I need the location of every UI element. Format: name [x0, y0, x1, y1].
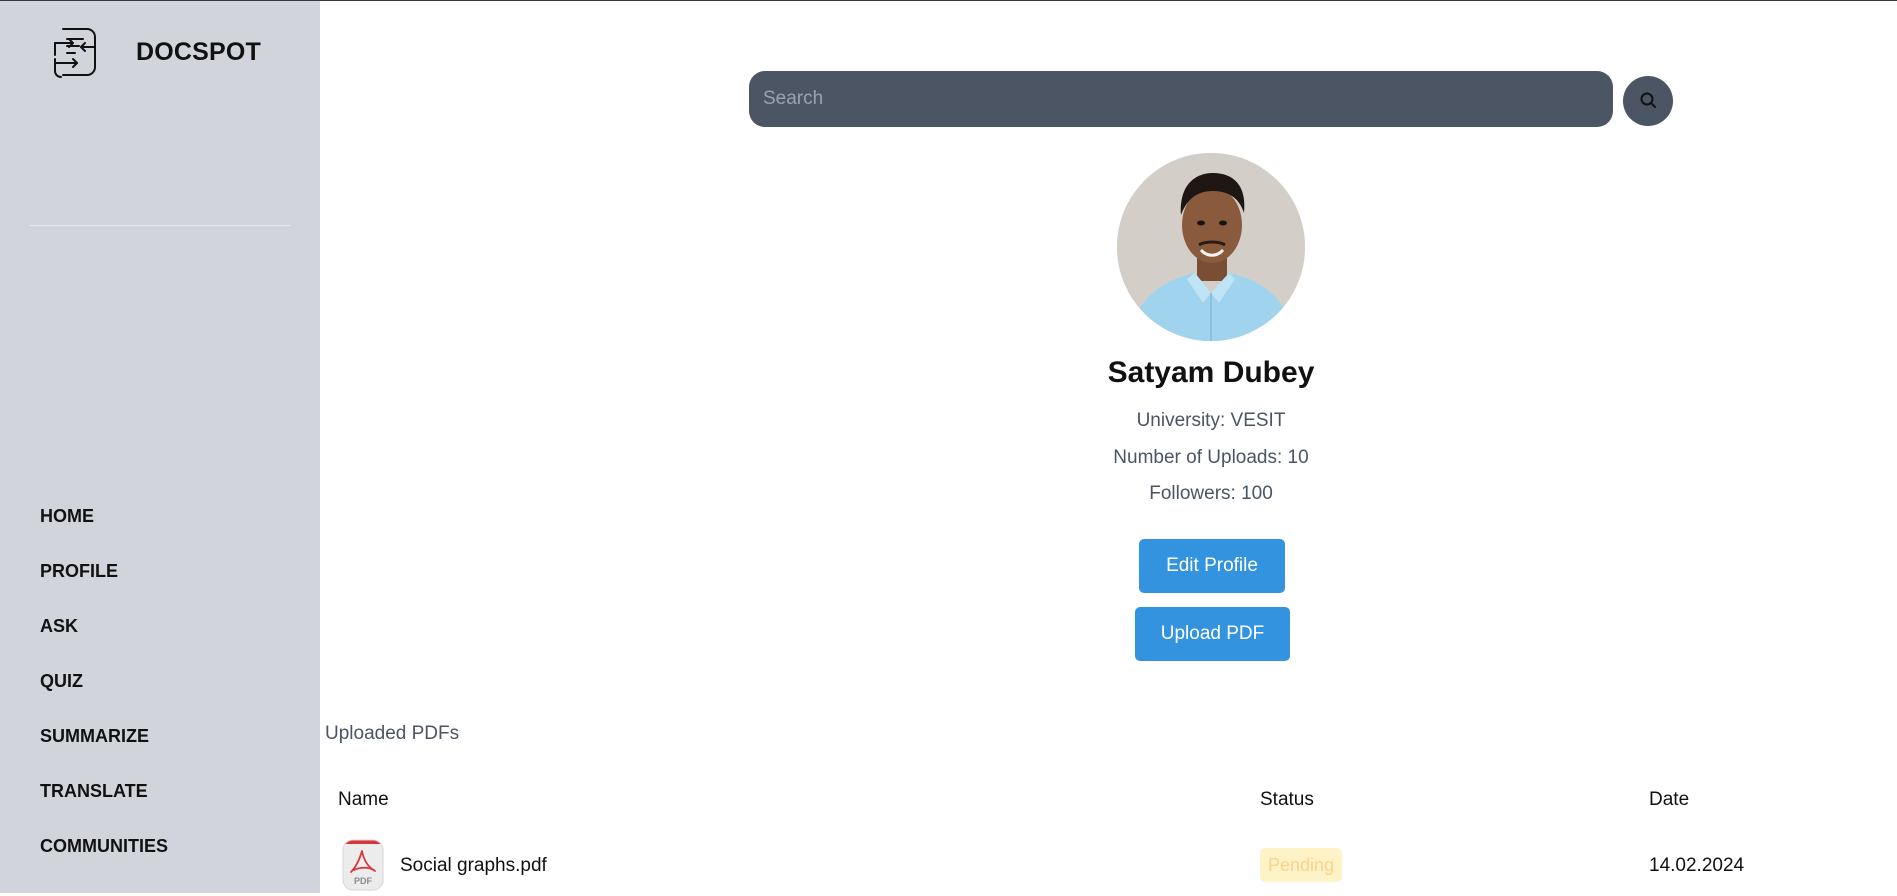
sidebar-item-home[interactable]: HOME — [40, 498, 168, 553]
profile-uploads-count: Number of Uploads: 10 — [1113, 447, 1309, 468]
sidebar-item-translate[interactable]: TRANSLATE — [40, 773, 168, 828]
sidebar-nav: HOME PROFILE ASK QUIZ SUMMARIZE TRANSLAT… — [40, 498, 168, 883]
sidebar-item-label: COMMUNITIES — [40, 836, 168, 856]
edit-profile-button[interactable]: Edit Profile — [1139, 539, 1285, 593]
column-header-name: Name — [338, 789, 389, 810]
uploaded-pdfs-title: Uploaded PDFs — [325, 723, 460, 744]
column-header-date: Date — [1649, 789, 1690, 810]
svg-text:PDF: PDF — [354, 876, 373, 886]
avatar — [1117, 153, 1305, 341]
profile-followers: Followers: 100 — [1149, 483, 1273, 504]
profile-university: University: VESIT — [1136, 410, 1286, 431]
sidebar-item-ask[interactable]: ASK — [40, 608, 168, 663]
sidebar: DOCSPOT HOME PROFILE ASK QUIZ SUMMARIZE … — [0, 1, 320, 893]
sidebar-item-profile[interactable]: PROFILE — [40, 553, 168, 608]
sidebar-item-label: ASK — [40, 616, 79, 636]
brand[interactable]: DOCSPOT — [48, 25, 261, 79]
file-name[interactable]: Social graphs.pdf — [400, 855, 547, 877]
pdf-file-icon: PDF — [342, 839, 384, 891]
profile-name: Satyam Dubey — [1107, 356, 1315, 389]
sidebar-item-quiz[interactable]: QUIZ — [40, 663, 168, 718]
sidebar-item-communities[interactable]: COMMUNITIES — [40, 828, 168, 883]
sidebar-item-label: QUIZ — [40, 671, 83, 691]
sidebar-item-label: HOME — [40, 506, 94, 526]
search-input[interactable] — [749, 71, 1613, 127]
status-badge: Pending — [1260, 848, 1343, 882]
column-header-status: Status — [1260, 789, 1314, 810]
file-date: 14.02.2024 — [1649, 855, 1745, 876]
sidebar-item-label: TRANSLATE — [40, 781, 148, 801]
search-button[interactable] — [1623, 76, 1673, 126]
sidebar-item-label: PROFILE — [40, 561, 119, 581]
search-bar — [749, 71, 1613, 127]
upload-pdf-button[interactable]: Upload PDF — [1135, 607, 1290, 661]
document-swap-icon — [48, 25, 102, 79]
app-name: DOCSPOT — [136, 37, 262, 66]
sidebar-divider — [29, 225, 291, 226]
sidebar-item-label: SUMMARIZE — [40, 726, 149, 746]
search-icon — [1639, 91, 1657, 112]
table-row[interactable]: PDF Social graphs.pdf Pending 14.02.2024 — [320, 839, 1897, 893]
sidebar-item-summarize[interactable]: SUMMARIZE — [40, 718, 168, 773]
main-content: Satyam Dubey University: VESIT Number of… — [320, 1, 1897, 893]
